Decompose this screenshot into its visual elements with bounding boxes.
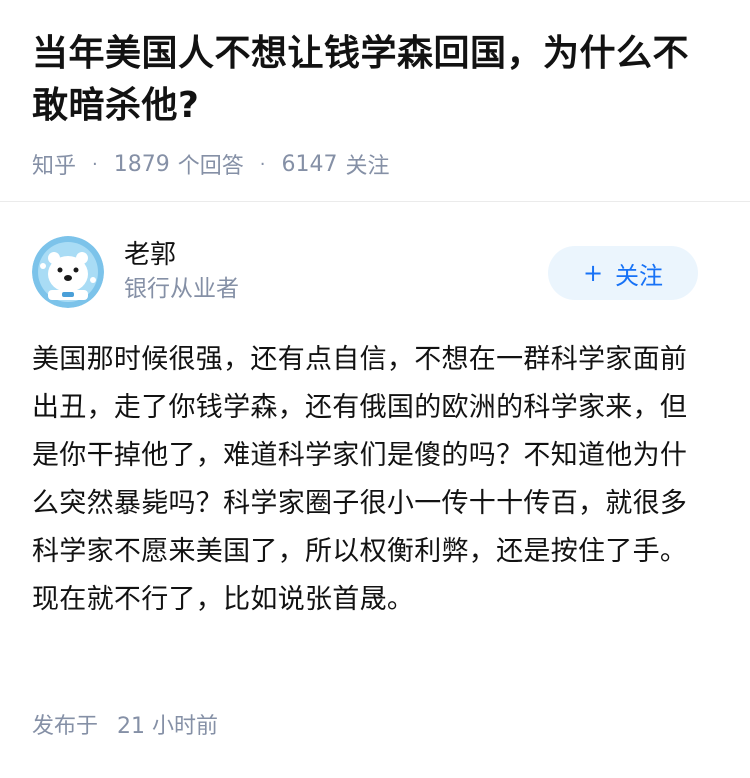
answer-count-label: 个回答 [177, 154, 244, 179]
publish-info: 发布于 21 小时前 [32, 708, 218, 740]
author-name[interactable]: 老郭 [124, 238, 548, 272]
published-label: 发布于 [32, 714, 99, 739]
author-row: 老郭 银行从业者 + 关注 [32, 236, 698, 308]
follower-count-label: 关注 [345, 154, 390, 179]
answer-content[interactable]: 美国那时候很强，还有点自信，不想在一群科学家面前出丑，走了你钱学森，还有俄国的欧… [32, 336, 712, 624]
section-divider [0, 201, 750, 202]
answer-count: 1879 [113, 151, 170, 177]
question-title[interactable]: 当年美国人不想让钱学森回国，为什么不敢暗杀他? [32, 28, 718, 132]
follow-button[interactable]: + 关注 [548, 246, 698, 300]
question-meta: 知乎 · 1879 个回答 · 6147 关注 [32, 146, 718, 182]
published-time: 21 小时前 [117, 714, 219, 739]
separator-dot: · [92, 153, 98, 175]
polar-bear-astronaut-icon [32, 236, 104, 308]
avatar[interactable] [32, 236, 104, 308]
follower-count: 6147 [281, 151, 338, 177]
plus-icon: + [582, 259, 604, 287]
source-label[interactable]: 知乎 [32, 148, 76, 180]
author-info: 老郭 银行从业者 [124, 238, 548, 306]
author-description: 银行从业者 [124, 276, 239, 302]
question-header: 当年美国人不想让钱学森回国，为什么不敢暗杀他? 知乎 · 1879 个回答 · … [0, 0, 750, 182]
separator-dot: · [259, 153, 266, 175]
follow-button-label: 关注 [615, 261, 664, 290]
